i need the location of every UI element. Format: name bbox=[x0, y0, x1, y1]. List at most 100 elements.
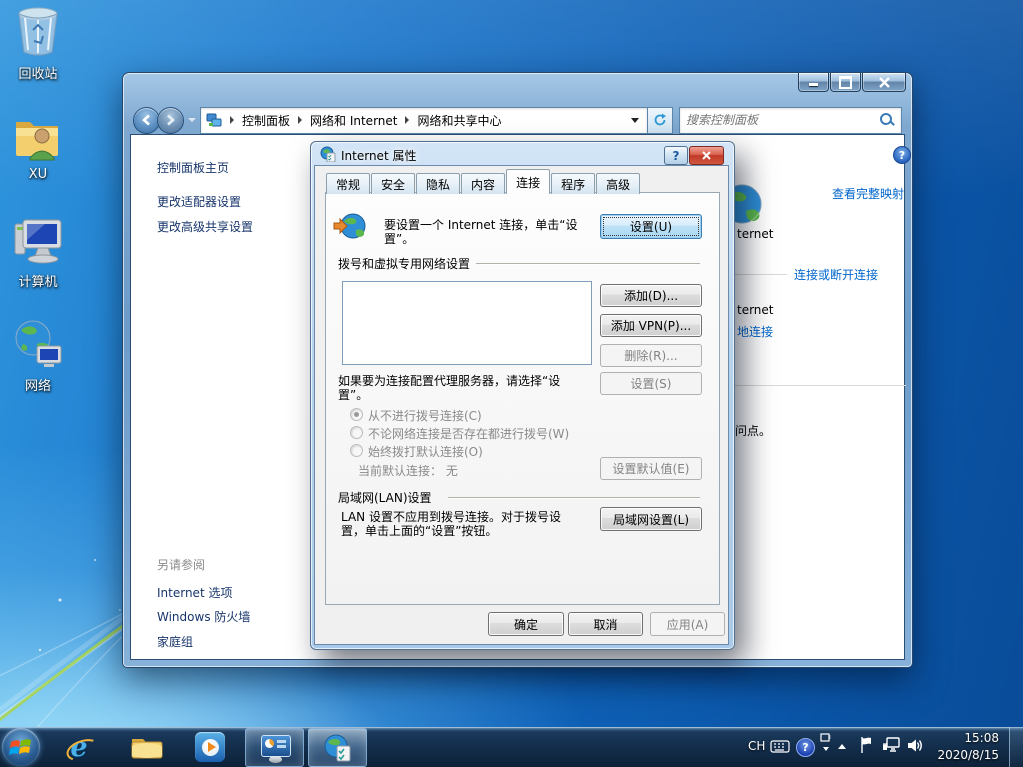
taskbar-item-control-panel[interactable] bbox=[245, 728, 304, 767]
sidebar-item-control-panel-home[interactable]: 控制面板主页 bbox=[157, 159, 229, 176]
explorer-titlebar[interactable] bbox=[123, 73, 912, 105]
dialog-help-icon: ? bbox=[673, 149, 680, 163]
minimize-button[interactable] bbox=[798, 73, 829, 92]
dialog-titlebar[interactable]: Internet 属性 ? bbox=[311, 142, 734, 166]
clock-date: 2020/8/15 bbox=[937, 747, 999, 764]
view-full-map-link[interactable]: 查看完整映射 bbox=[832, 185, 904, 202]
search-input[interactable] bbox=[680, 113, 879, 127]
group-divider bbox=[476, 263, 700, 264]
taskbar-clock[interactable]: 15:08 2020/8/15 bbox=[937, 730, 999, 764]
internet-caption: ternet bbox=[737, 227, 774, 241]
tab-security[interactable]: 安全 bbox=[371, 173, 415, 194]
add-vpn-button[interactable]: 添加 VPN(P)... bbox=[600, 314, 702, 337]
maximize-button[interactable] bbox=[830, 73, 861, 92]
sidebar-see-also-header: 另请参阅 bbox=[157, 556, 205, 573]
desktop-icon-computer[interactable]: 计算机 bbox=[0, 216, 76, 290]
tab-content[interactable]: 内容 bbox=[461, 173, 505, 194]
local-area-connection-link[interactable]: 地连接 bbox=[737, 323, 773, 340]
search-box bbox=[679, 107, 902, 134]
internet-properties-taskbar-icon bbox=[323, 733, 353, 763]
sidebar-item-homegroup[interactable]: 家庭组 bbox=[157, 633, 193, 650]
keyboard-layout-icon[interactable] bbox=[770, 739, 790, 753]
close-icon bbox=[879, 77, 890, 88]
cancel-button[interactable]: 取消 bbox=[568, 612, 643, 636]
tab-programs[interactable]: 程序 bbox=[551, 173, 595, 194]
tab-advanced[interactable]: 高级 bbox=[596, 173, 640, 194]
windows-logo-icon bbox=[9, 736, 33, 758]
current-default-text: 当前默认连接： 无 bbox=[358, 462, 458, 479]
taskbar-item-internet-properties[interactable] bbox=[308, 728, 367, 767]
sidebar-item-change-adapter-settings[interactable]: 更改适配器设置 bbox=[157, 193, 241, 210]
setup-button[interactable]: 设置(U) bbox=[600, 214, 702, 239]
volume-icon[interactable] bbox=[906, 737, 923, 754]
desktop-icon-recycle-bin[interactable]: 回收站 bbox=[0, 6, 76, 82]
media-player-icon bbox=[202, 739, 219, 756]
show-hidden-icons-button[interactable] bbox=[838, 744, 846, 749]
show-desktop-button[interactable] bbox=[1009, 727, 1023, 767]
tab-strip: 常规 安全 隐私 内容 连接 程序 高级 bbox=[326, 173, 641, 194]
start-button[interactable] bbox=[2, 728, 40, 766]
radio-never-dial-label: 从不进行拨号连接(C) bbox=[368, 407, 482, 424]
sidebar-item-windows-firewall[interactable]: Windows 防火墙 bbox=[157, 608, 250, 625]
address-dropdown-icon[interactable] bbox=[631, 118, 639, 123]
forward-icon bbox=[165, 114, 176, 126]
dialup-group-label: 拨号和虚拟专用网络设置 bbox=[338, 255, 470, 272]
radio-dial-whenever-label: 不论网络连接是否存在都进行拨号(W) bbox=[368, 425, 569, 442]
lan-settings-button[interactable]: 局域网设置(L) bbox=[600, 507, 702, 531]
network-globe-icon bbox=[11, 318, 65, 370]
apply-button: 应用(A) bbox=[650, 612, 725, 636]
internet-properties-dialog: Internet 属性 ? 常规 安全 隐私 内容 连接 程序 高级 bbox=[310, 141, 735, 650]
connections-listbox[interactable] bbox=[342, 281, 592, 365]
tab-connections[interactable]: 连接 bbox=[506, 169, 550, 194]
history-dropdown[interactable] bbox=[188, 118, 196, 122]
search-icon[interactable] bbox=[879, 112, 895, 128]
forward-button[interactable] bbox=[157, 107, 184, 134]
taskbar-item-explorer[interactable] bbox=[130, 733, 164, 764]
recycle-bin-icon bbox=[13, 6, 63, 58]
remove-button: 删除(R)... bbox=[600, 344, 702, 367]
add-button[interactable]: 添加(D)... bbox=[600, 284, 702, 307]
taskbar-item-internet-explorer[interactable]: e bbox=[62, 732, 96, 762]
sidebar-item-internet-options[interactable]: Internet 选项 bbox=[157, 584, 232, 601]
radio-dial-whenever bbox=[350, 426, 363, 439]
desktop-icon-network[interactable]: 网络 bbox=[0, 318, 76, 394]
tab-general[interactable]: 常规 bbox=[326, 173, 370, 194]
dialog-title: Internet 属性 bbox=[341, 147, 416, 164]
folder-icon bbox=[130, 733, 164, 761]
sidebar-item-change-sharing-settings[interactable]: 更改高级共享设置 bbox=[157, 218, 253, 235]
setup-description: 问点。 bbox=[735, 422, 771, 439]
desktop-icon-xu-folder[interactable]: XU bbox=[0, 112, 76, 182]
breadcrumb-separator-icon bbox=[298, 116, 302, 124]
taskbar-item-media-player[interactable] bbox=[195, 732, 225, 762]
breadcrumb-separator-icon bbox=[405, 116, 409, 124]
refresh-button[interactable] bbox=[648, 107, 673, 134]
tab-privacy[interactable]: 隐私 bbox=[416, 173, 460, 194]
computer-icon bbox=[11, 216, 65, 266]
desktop-icon-label: 网络 bbox=[0, 375, 76, 394]
back-button[interactable] bbox=[133, 107, 160, 134]
dialog-client: 常规 安全 隐私 内容 连接 程序 高级 要设置一个 Internet 连接，单… bbox=[315, 166, 728, 644]
action-center-flag-icon[interactable] bbox=[858, 736, 874, 754]
network-status-icon[interactable] bbox=[882, 737, 900, 753]
help-button[interactable]: ? bbox=[893, 146, 911, 164]
language-bar-options-icon[interactable] bbox=[820, 733, 831, 751]
close-button[interactable] bbox=[862, 73, 906, 92]
lan-group-label: 局域网(LAN)设置 bbox=[338, 489, 432, 506]
dialog-close-button[interactable] bbox=[689, 146, 724, 165]
minimize-icon bbox=[809, 83, 818, 86]
set-default-button: 设置默认值(E) bbox=[600, 457, 702, 480]
proxy-text-line2: 置”。 bbox=[338, 386, 368, 403]
proxy-settings-button: 设置(S) bbox=[600, 372, 702, 395]
maximize-icon bbox=[839, 76, 852, 89]
connect-disconnect-link[interactable]: 连接或断开连接 bbox=[794, 266, 878, 283]
breadcrumb-item-control-panel[interactable]: 控制面板 bbox=[242, 112, 290, 129]
ok-button[interactable]: 确定 bbox=[488, 612, 564, 636]
dialog-help-button[interactable]: ? bbox=[664, 146, 688, 165]
breadcrumb-item-network-internet[interactable]: 网络和 Internet bbox=[310, 112, 397, 129]
breadcrumb-item-network-sharing[interactable]: 网络和共享中心 bbox=[417, 112, 501, 129]
address-bar[interactable]: 控制面板 网络和 Internet 网络和共享中心 bbox=[200, 107, 648, 134]
tray-language-indicator[interactable]: CH bbox=[748, 739, 765, 753]
tray-help-icon[interactable]: ? bbox=[796, 738, 815, 757]
caption-buttons bbox=[797, 73, 906, 92]
connections-tab-page: 要设置一个 Internet 连接，单击“设 置”。 设置(U) 拨号和虚拟专用… bbox=[325, 192, 720, 605]
